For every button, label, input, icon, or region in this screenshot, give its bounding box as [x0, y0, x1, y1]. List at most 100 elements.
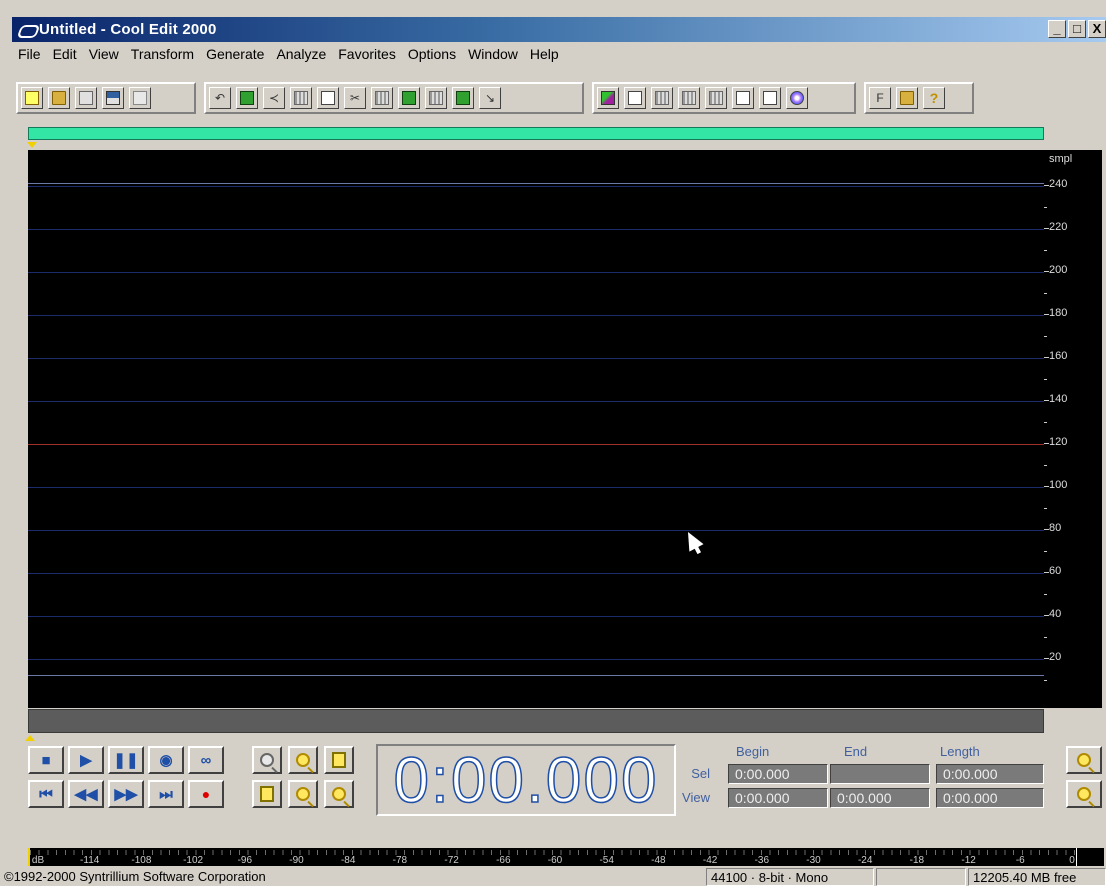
start-marker-icon[interactable] — [27, 142, 37, 148]
pause-button[interactable]: ❚❚ — [108, 746, 144, 774]
undo-button[interactable]: ↶ — [209, 87, 231, 109]
ruler-label: 140 — [1049, 393, 1068, 405]
zoom-right-button[interactable] — [324, 780, 354, 808]
ruler-unit-label: smpl — [1049, 153, 1073, 165]
sel-end-field[interactable] — [830, 764, 930, 784]
range-limit-line — [28, 183, 1044, 184]
view-label: View — [682, 790, 710, 805]
play-to-end-icon: ◉ — [159, 752, 173, 769]
zoom-left-button[interactable] — [288, 780, 318, 808]
grid-line — [28, 229, 1044, 230]
db-scale-label: -24 — [857, 855, 873, 866]
grid-3-button[interactable] — [705, 87, 727, 109]
menu-transform[interactable]: Transform — [125, 44, 200, 66]
waveform-display[interactable] — [28, 150, 1044, 708]
play-icon: ▶ — [80, 752, 92, 769]
new-file-button[interactable] — [21, 87, 43, 109]
help-button[interactable]: ? — [923, 87, 945, 109]
menu-view[interactable]: View — [83, 44, 125, 66]
trim-button[interactable]: ≺ — [263, 87, 285, 109]
ruler-label: 20 — [1049, 651, 1062, 663]
maximize-button[interactable]: □ — [1068, 20, 1086, 38]
length-header: Length — [940, 744, 980, 759]
cool-edit-logo-icon — [18, 22, 36, 38]
vertical-zoom-out-button[interactable] — [1066, 746, 1102, 774]
settings-icon: F — [876, 91, 884, 105]
menu-help[interactable]: Help — [524, 44, 565, 66]
go-to-end-button[interactable]: ⏭ — [148, 780, 184, 808]
play-to-end-button[interactable]: ◉ — [148, 746, 184, 774]
title-bar: Untitled - Cool Edit 2000 _ □ X — [12, 17, 1106, 42]
horizontal-scroll-bar[interactable] — [28, 709, 1044, 733]
menu-options[interactable]: Options — [402, 44, 462, 66]
close-button[interactable]: X — [1088, 20, 1106, 38]
repeat-button[interactable] — [236, 87, 258, 109]
convert-button[interactable]: ↘ — [479, 87, 501, 109]
menu-edit[interactable]: Edit — [47, 44, 83, 66]
copy-new-button[interactable] — [290, 87, 312, 109]
mix-to-button[interactable] — [452, 87, 474, 109]
menu-generate[interactable]: Generate — [200, 44, 270, 66]
sample-ruler: smpl 240 220 200 180 160 140 120 100 80 60 40 20 — [1044, 150, 1102, 708]
grid-1-button[interactable] — [651, 87, 673, 109]
snap-button[interactable] — [624, 87, 646, 109]
grid-2-button[interactable] — [678, 87, 700, 109]
loop-button[interactable]: ∞ — [188, 746, 224, 774]
zoom-full-button[interactable] — [324, 746, 354, 774]
overview-bar[interactable] — [28, 127, 1044, 140]
ruler-label: 80 — [1049, 522, 1062, 534]
grid-line — [28, 659, 1044, 660]
paste-new-button[interactable] — [398, 87, 420, 109]
properties-button[interactable] — [759, 87, 781, 109]
new-file-icon — [25, 91, 39, 105]
free-space-field: 12205.40 MB free — [968, 868, 1106, 886]
grid-line — [28, 186, 1044, 187]
save-button[interactable] — [75, 87, 97, 109]
stop-icon: ■ — [41, 751, 51, 769]
record-button[interactable]: ● — [188, 780, 224, 808]
frequency-analysis-button[interactable] — [732, 87, 754, 109]
sel-length-field[interactable]: 0:00.000 — [936, 764, 1044, 784]
go-to-start-icon: ⏮ — [39, 785, 53, 803]
view-end-field[interactable]: 0:00.000 — [830, 788, 930, 808]
fast-forward-button[interactable]: ▶▶ — [108, 780, 144, 808]
menu-window[interactable]: Window — [462, 44, 524, 66]
range-limit-line — [28, 675, 1044, 676]
copy-button[interactable] — [317, 87, 339, 109]
zoom-in-center-button[interactable] — [252, 746, 282, 774]
menu-analyze[interactable]: Analyze — [270, 44, 332, 66]
minimize-button[interactable]: _ — [1048, 20, 1066, 38]
cd-player-button[interactable] — [786, 87, 808, 109]
close-file-button[interactable] — [129, 87, 151, 109]
stop-button[interactable]: ■ — [28, 746, 64, 774]
zoom-selection-button[interactable] — [252, 780, 282, 808]
zoom-out-button[interactable] — [288, 746, 318, 774]
db-scale-label: 0 — [1069, 855, 1075, 866]
sel-begin-field[interactable]: 0:00.000 — [728, 764, 828, 784]
open-file-button[interactable] — [48, 87, 70, 109]
play-button[interactable]: ▶ — [68, 746, 104, 774]
settings-button[interactable]: F — [869, 87, 891, 109]
pause-icon: ❚❚ — [113, 752, 139, 769]
db-scale-label: -42 — [702, 855, 718, 866]
options-button[interactable] — [896, 87, 918, 109]
spectral-view-button[interactable] — [597, 87, 619, 109]
mix-paste-button[interactable] — [425, 87, 447, 109]
cut-button[interactable]: ✂ — [344, 87, 366, 109]
save-as-button[interactable] — [102, 87, 124, 109]
end-marker-icon[interactable] — [25, 735, 35, 741]
paste-button[interactable] — [371, 87, 393, 109]
view-length-field[interactable]: 0:00.000 — [936, 788, 1044, 808]
menu-favorites[interactable]: Favorites — [332, 44, 402, 66]
question-icon: ? — [929, 90, 939, 106]
rewind-button[interactable]: ◀◀ — [68, 780, 104, 808]
go-to-start-button[interactable]: ⏮ — [28, 780, 64, 808]
db-scale-label: -84 — [340, 855, 356, 866]
grid-icon — [682, 91, 696, 105]
ruler-minor-tick — [1044, 292, 1047, 294]
zoom-full-icon — [332, 752, 346, 768]
menu-file[interactable]: File — [12, 44, 47, 66]
view-begin-field[interactable]: 0:00.000 — [728, 788, 828, 808]
toolbar-edit-group: ↶ ≺ ✂ ↘ — [204, 82, 584, 114]
vertical-zoom-in-button[interactable] — [1066, 780, 1102, 808]
